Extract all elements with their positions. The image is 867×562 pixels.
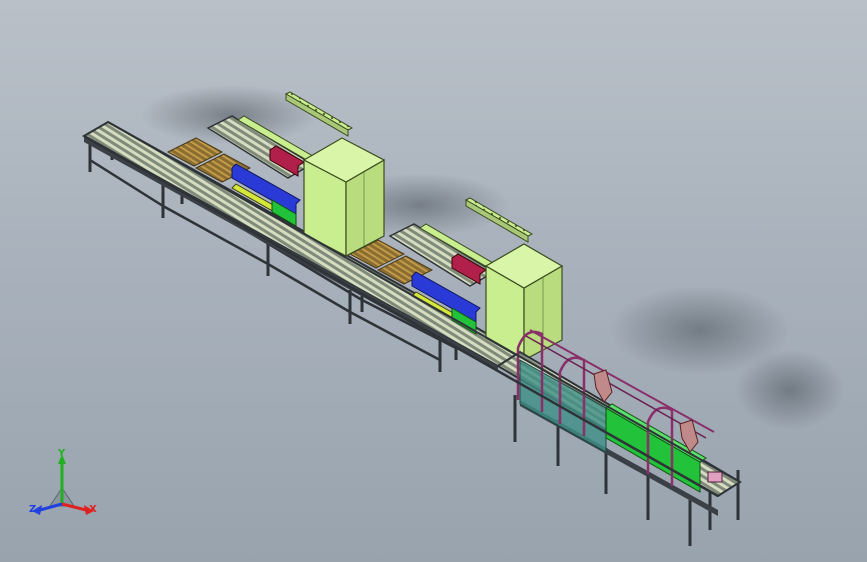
axis-y-label: Y <box>58 448 66 459</box>
cad-viewport[interactable]: Y X Z <box>0 0 867 562</box>
axis-triad: Y X Z <box>20 448 110 528</box>
shadow-4 <box>735 350 845 430</box>
end-drive <box>707 471 723 483</box>
axis-triad-icon <box>32 454 94 515</box>
axis-z-label: Z <box>29 504 37 515</box>
axis-x-label: X <box>89 504 97 515</box>
assembly-model[interactable] <box>0 0 867 562</box>
